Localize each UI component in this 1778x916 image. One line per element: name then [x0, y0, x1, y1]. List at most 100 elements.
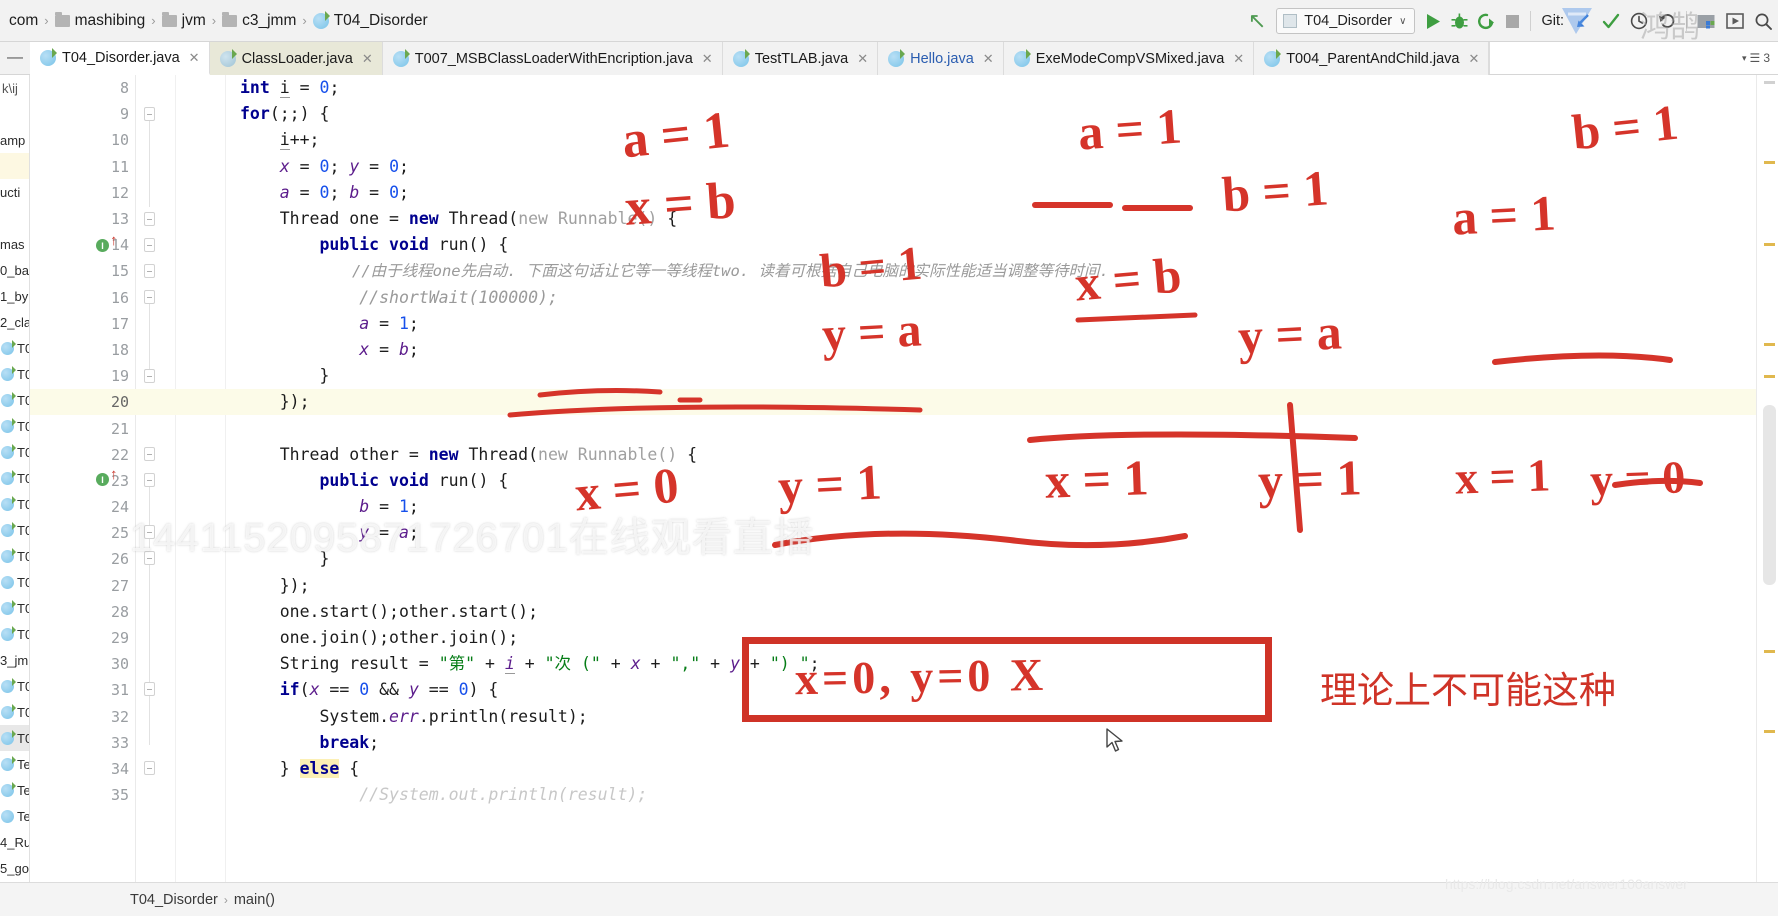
tab-testtlab[interactable]: TestTLAB.java ✕: [722, 42, 879, 75]
commit-check-icon[interactable]: [1602, 13, 1620, 30]
list-item[interactable]: Te: [0, 803, 29, 829]
tab-t007-msbclassloaderwithencription[interactable]: T007_MSBClassLoaderWithEncription.java ✕: [382, 42, 723, 75]
list-item[interactable]: 1_by: [0, 283, 29, 309]
list-item[interactable]: 0_ba: [0, 257, 29, 283]
fold-marker[interactable]: [144, 212, 155, 226]
tab-exemodecompvsmixed[interactable]: ExeModeCompVSMixed.java ✕: [1003, 42, 1255, 75]
list-item[interactable]: T0: [0, 491, 29, 517]
project-structure-icon[interactable]: [1697, 13, 1716, 30]
chevron-down-icon[interactable]: ▾: [1742, 53, 1747, 64]
list-item[interactable]: 5_go: [0, 855, 29, 881]
list-item[interactable]: T0: [0, 361, 29, 387]
list-item[interactable]: mas: [0, 231, 29, 257]
list-item[interactable]: ucti: [0, 179, 29, 205]
tab-list-icon[interactable]: ☰: [1750, 51, 1761, 65]
run-configuration-selector[interactable]: T04_Disorder ∨: [1276, 8, 1416, 34]
list-item[interactable]: Te: [0, 751, 29, 777]
tab-classloader[interactable]: ClassLoader.java ✕: [209, 42, 383, 75]
list-item[interactable]: T0: [0, 699, 29, 725]
list-item[interactable]: T0: [0, 387, 29, 413]
error-stripe-mark[interactable]: [1764, 343, 1775, 346]
run-icon[interactable]: [1425, 13, 1441, 30]
list-item[interactable]: k\ij: [0, 75, 29, 101]
fold-marker[interactable]: [144, 107, 155, 121]
list-item[interactable]: 3_jm: [0, 647, 29, 673]
tab-t04-disorder[interactable]: T04_Disorder.java ✕: [30, 42, 210, 75]
error-stripe-mark[interactable]: [1764, 650, 1775, 653]
list-item[interactable]: T0: [0, 595, 29, 621]
tab-overflow-area[interactable]: ▾ ☰ 3: [1489, 42, 1778, 74]
fold-marker[interactable]: [144, 290, 155, 304]
close-icon[interactable]: ✕: [1233, 51, 1244, 67]
list-item[interactable]: T0: [0, 517, 29, 543]
fold-marker[interactable]: [144, 264, 155, 278]
list-item[interactable]: 2_cla: [0, 309, 29, 335]
error-stripe-mark[interactable]: [1764, 243, 1775, 246]
error-stripe-mark[interactable]: [1764, 730, 1775, 733]
error-stripe-mark[interactable]: [1764, 161, 1775, 164]
stop-icon[interactable]: [1505, 14, 1520, 29]
breadcrumb-item-jvm[interactable]: jvm: [157, 11, 211, 30]
list-item[interactable]: [0, 153, 29, 179]
fold-marker[interactable]: [144, 551, 155, 565]
breakpoint-icon[interactable]: I: [96, 473, 109, 486]
line-number-gutter[interactable]: 8 9 10 11 12 13 14 15 16 17 18 19 20 21 …: [30, 75, 135, 882]
list-item[interactable]: [0, 205, 29, 231]
tab-hello[interactable]: Hello.java ✕: [878, 42, 1004, 75]
list-item[interactable]: T0: [0, 621, 29, 647]
back-arrow-icon[interactable]: ↖: [1248, 8, 1266, 34]
list-item[interactable]: T0: [0, 413, 29, 439]
list-item[interactable]: amp: [0, 127, 29, 153]
breadcrumb-item-t04-disorder[interactable]: T04_Disorder: [308, 10, 433, 30]
sdk-manager-icon[interactable]: [1726, 13, 1744, 29]
collapse-all-icon[interactable]: —: [0, 42, 30, 74]
update-project-icon[interactable]: [1574, 12, 1592, 30]
search-everywhere-icon[interactable]: [1754, 12, 1772, 30]
debug-icon[interactable]: [1451, 13, 1468, 30]
project-tool-window-strip[interactable]: k\ij amp ucti mas 0_ba 1_by 2_cla T0 T0 …: [0, 75, 30, 882]
revert-icon[interactable]: [1658, 12, 1676, 30]
code-editor[interactable]: 8 9 10 11 12 13 14 15 16 17 18 19 20 21 …: [30, 75, 1756, 882]
fold-marker[interactable]: [144, 525, 155, 539]
error-stripe-mark[interactable]: [1764, 375, 1775, 378]
status-class-name[interactable]: T04_Disorder: [130, 892, 218, 908]
fold-marker[interactable]: [144, 447, 155, 461]
run-with-coverage-icon[interactable]: [1478, 13, 1495, 30]
fold-marker[interactable]: [144, 369, 155, 383]
run-to-cursor-arrow-icon[interactable]: ↑: [110, 233, 118, 249]
close-icon[interactable]: ✕: [362, 51, 373, 67]
close-icon[interactable]: ✕: [857, 51, 868, 67]
list-item[interactable]: T0: [0, 725, 29, 751]
fold-marker[interactable]: [144, 473, 155, 487]
breadcrumb-item-com[interactable]: com: [4, 12, 43, 30]
list-item[interactable]: T0: [0, 335, 29, 361]
tab-t004-parentandchild[interactable]: T004_ParentAndChild.java ✕: [1254, 42, 1490, 75]
list-item[interactable]: Te: [0, 777, 29, 803]
code-folding-column[interactable]: [138, 75, 164, 882]
history-clock-icon[interactable]: [1630, 12, 1648, 30]
status-method-name[interactable]: main(): [234, 892, 275, 908]
list-item[interactable]: T0: [0, 543, 29, 569]
list-item[interactable]: T0: [0, 673, 29, 699]
fold-marker[interactable]: [144, 761, 155, 775]
close-icon[interactable]: ✕: [983, 51, 994, 67]
breadcrumb-item-mashibing[interactable]: mashibing: [50, 11, 151, 30]
error-stripe-mark[interactable]: [1764, 81, 1775, 84]
list-item[interactable]: 4_Ru: [0, 829, 29, 855]
run-to-cursor-arrow-icon[interactable]: ↑: [110, 467, 118, 483]
editor-marker-strip[interactable]: [1756, 75, 1778, 882]
list-item[interactable]: [0, 101, 29, 127]
breakpoint-icon[interactable]: I: [96, 239, 109, 252]
list-item[interactable]: T0: [0, 439, 29, 465]
breadcrumb-item-c3-jmm[interactable]: c3_jmm: [217, 11, 301, 30]
close-icon[interactable]: ✕: [189, 50, 200, 66]
close-icon[interactable]: ✕: [702, 51, 713, 67]
close-icon[interactable]: ✕: [1469, 51, 1480, 67]
code-text-area[interactable]: int i = 0; for(;;) { i++; x = 0; y = 0; …: [240, 75, 1756, 882]
list-item[interactable]: T0: [0, 465, 29, 491]
list-item[interactable]: T0: [0, 569, 29, 595]
scrollbar-thumb[interactable]: [1763, 405, 1776, 585]
fold-marker[interactable]: [144, 238, 155, 252]
fold-marker[interactable]: [144, 682, 155, 696]
